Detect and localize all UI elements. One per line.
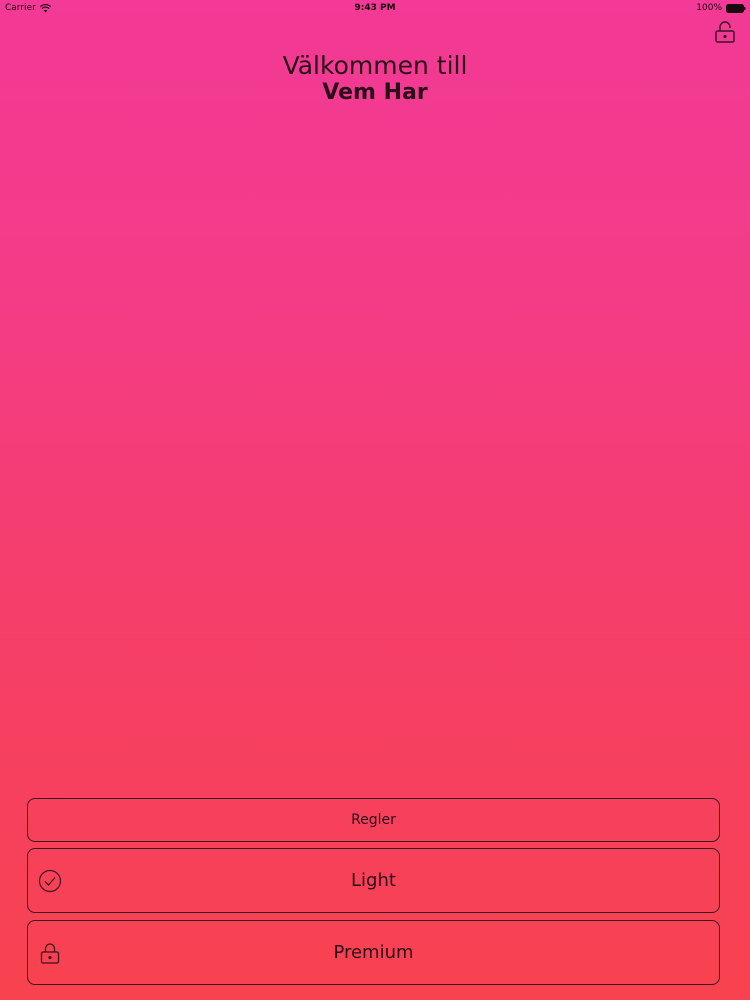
- welcome-title: Välkommen till Vem Har: [0, 52, 750, 106]
- status-right: 100%: [696, 0, 746, 16]
- light-button[interactable]: Light: [27, 848, 720, 913]
- premium-button-label: Premium: [333, 942, 414, 963]
- check-circle-icon: [38, 869, 62, 893]
- light-button-label: Light: [351, 870, 396, 891]
- premium-button[interactable]: Premium: [27, 920, 720, 985]
- title-app-name: Vem Har: [322, 80, 428, 105]
- status-time: 9:43 PM: [354, 3, 396, 13]
- battery-icon: [726, 3, 746, 13]
- rules-button[interactable]: Regler: [27, 798, 720, 842]
- battery-percent: 100%: [696, 3, 722, 13]
- lock-icon: [38, 941, 62, 965]
- title-welcome-text: Välkommen till: [282, 51, 468, 80]
- status-bar: Carrier 9:43 PM 100%: [0, 0, 750, 16]
- rules-button-label: Regler: [351, 812, 396, 828]
- lock-icon[interactable]: [714, 20, 736, 44]
